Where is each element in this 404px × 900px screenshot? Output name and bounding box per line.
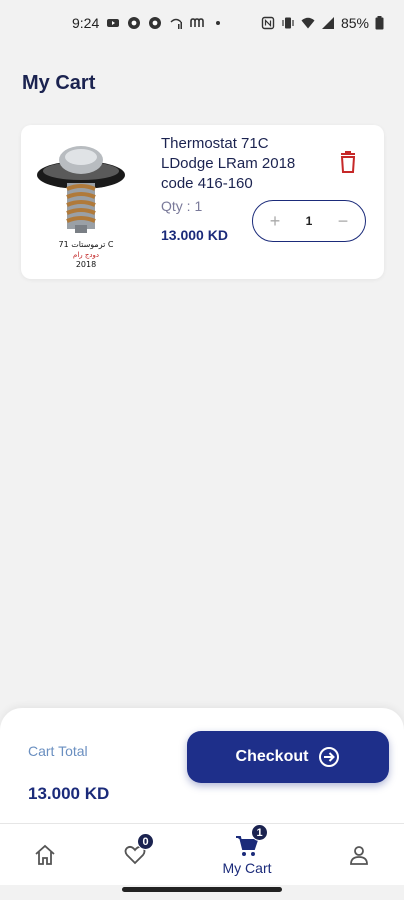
cart-total-value: 13.000 KD [28, 784, 110, 803]
battery-level: 85% [340, 15, 369, 31]
wifi-icon [301, 17, 315, 29]
product-price: 13.000 KD [161, 227, 228, 243]
delete-icon[interactable] [336, 150, 360, 174]
battery-icon [375, 16, 384, 30]
cart-summary-panel: Cart Total 13.000 KD Checkout [0, 708, 404, 838]
nav-home[interactable] [5, 824, 85, 886]
chrome-icon [149, 17, 162, 29]
nav-wishlist[interactable]: 0 [95, 824, 175, 886]
cart-item-card[interactable]: ترموستات 71 C دودج رام 2018 Thermostat 7… [21, 125, 384, 279]
cart-total-label: Cart Total [28, 743, 88, 759]
wishlist-badge: 0 [137, 833, 154, 850]
status-time: 9:24 [72, 15, 100, 31]
image-caption-line-2: دودج رام [73, 251, 99, 259]
nfc-icon [261, 16, 275, 30]
image-caption-line-3: 2018 [76, 260, 96, 269]
plus-icon[interactable]: + [265, 211, 285, 231]
checkout-button[interactable]: Checkout [187, 731, 389, 783]
vibrate-icon [282, 17, 294, 29]
product-name: Thermostat 71C LDodge LRam 2018 code 416… [161, 135, 296, 192]
checkout-label: Checkout [235, 748, 309, 765]
wifi-calling-icon [170, 18, 183, 29]
signal-icon [321, 17, 334, 29]
youtube-icon [107, 19, 120, 27]
status-left: 9:24 [72, 15, 225, 31]
status-right: 85% [261, 15, 384, 31]
arrow-right-circle-icon [319, 747, 340, 767]
minus-icon[interactable]: − [333, 211, 353, 231]
product-image: ترموستات 71 C دودج رام 2018 [31, 133, 151, 273]
dot-icon [216, 21, 221, 25]
person-icon [350, 846, 368, 865]
chrome-icon [128, 17, 141, 29]
cart-badge: 1 [251, 824, 268, 841]
nav-my-cart[interactable]: 1 My Cart [207, 824, 287, 886]
quantity-label: Qty : 1 [161, 198, 203, 214]
home-icon [35, 844, 55, 865]
quantity-stepper[interactable]: + 1 − [252, 200, 366, 242]
gesture-bar [122, 887, 282, 892]
nav-my-cart-label: My Cart [222, 860, 272, 876]
nav-profile[interactable] [319, 824, 399, 886]
image-caption-line-1: ترموستات 71 C [58, 240, 113, 249]
page-title: My Cart [22, 72, 96, 94]
messenger-icon [190, 18, 205, 27]
status-bar: 9:24 85% [0, 0, 404, 48]
quantity-value: 1 [305, 214, 313, 228]
bottom-navigation: 0 1 My Cart [0, 823, 404, 885]
